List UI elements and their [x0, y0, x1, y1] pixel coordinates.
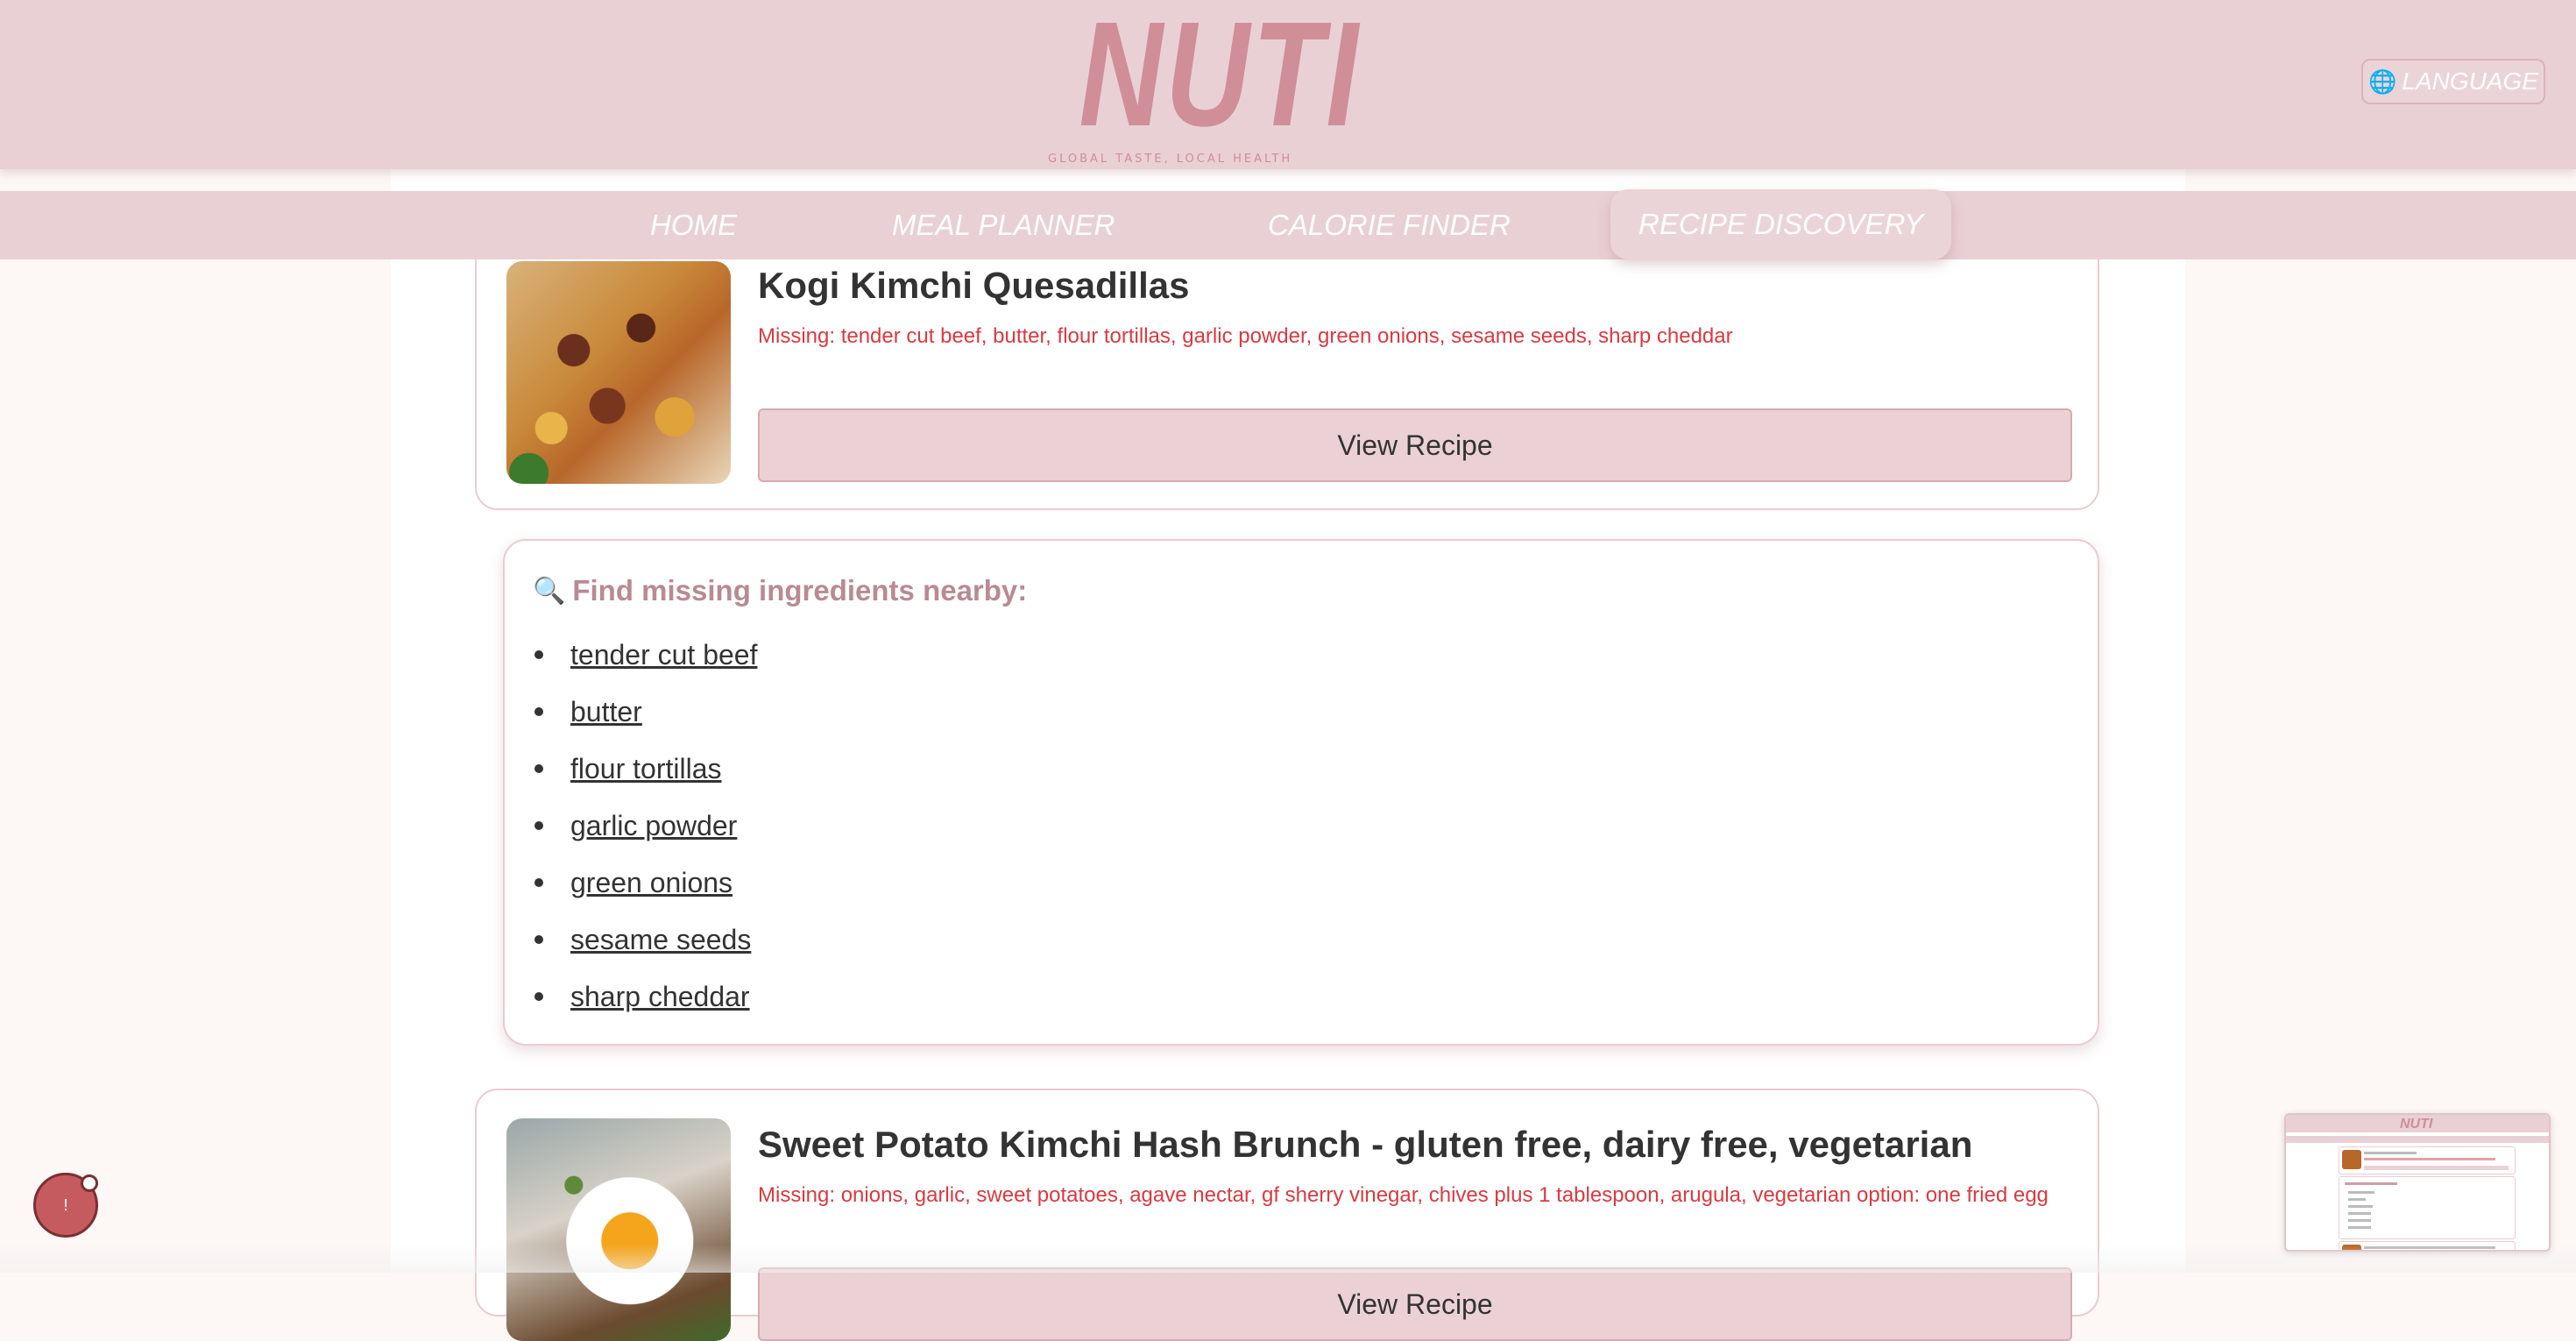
ingredient-link[interactable]: butter	[570, 696, 642, 727]
list-item: sesame seeds	[533, 922, 757, 979]
view-recipe-button[interactable]: View Recipe	[758, 408, 2072, 482]
missing-ingredients: Missing: onions, garlic, sweet potatoes,…	[758, 1183, 2049, 1207]
minimap-card	[2339, 1146, 2516, 1174]
widget-label: !	[63, 1196, 68, 1214]
nav-calorie-finder[interactable]: CALORIE FINDER	[1268, 191, 1511, 259]
globe-icon: 🌐	[2368, 67, 2397, 95]
ingredient-list: tender cut beef butter flour tortillas g…	[533, 637, 757, 1036]
page-minimap[interactable]: NUTI	[2284, 1113, 2551, 1252]
find-nearby-heading-text: Find missing ingredients nearby:	[572, 574, 1028, 607]
minimap-line	[2348, 1226, 2371, 1229]
language-button-label: LANGUAGE	[2402, 67, 2538, 95]
magnifier-icon: 🔍	[533, 576, 566, 606]
ingredient-link[interactable]: tender cut beef	[570, 639, 757, 670]
logo-tagline: GLOBAL TASTE, LOCAL HEALTH	[1048, 153, 1293, 166]
ingredient-link[interactable]: flour tortillas	[570, 753, 722, 784]
minimap-line	[2348, 1212, 2371, 1215]
minimap-button	[2364, 1166, 2509, 1170]
ingredient-link[interactable]: garlic powder	[570, 810, 737, 841]
nav-meal-planner[interactable]: MEAL PLANNER	[892, 191, 1115, 259]
minimap-logo: NUTI	[2400, 1117, 2433, 1132]
minimap-line	[2348, 1219, 2371, 1222]
list-item: flour tortillas	[533, 751, 757, 808]
recipe-card: Sweet Potato Kimchi Hash Brunch - gluten…	[475, 1089, 2099, 1341]
minimap-panel	[2339, 1176, 2516, 1239]
view-recipe-button[interactable]: View Recipe	[758, 1267, 2072, 1341]
find-nearby-heading: 🔍 Find missing ingredients nearby:	[533, 574, 1027, 607]
list-item: sharp cheddar	[533, 979, 757, 1036]
recipe-title[interactable]: Kogi Kimchi Quesadillas	[758, 265, 1189, 307]
list-item: garlic powder	[533, 808, 757, 865]
missing-ingredients: Missing: tender cut beef, butter, flour …	[758, 324, 1733, 348]
recipe-card: Kogi Kimchi Quesadillas Missing: tender …	[475, 237, 2099, 510]
list-item: butter	[533, 694, 757, 751]
list-item: tender cut beef	[533, 637, 757, 694]
ingredient-link[interactable]: sharp cheddar	[570, 981, 750, 1012]
site-header: NUTI GLOBAL TASTE, LOCAL HEALTH 🌐 LANGUA…	[0, 0, 2576, 169]
minimap-line	[2364, 1152, 2417, 1154]
minimap-nav	[2286, 1136, 2549, 1143]
ingredient-link[interactable]: sesame seeds	[570, 924, 751, 955]
language-button[interactable]: 🌐 LANGUAGE	[2361, 59, 2545, 104]
minimap-line	[2348, 1205, 2373, 1208]
recipe-title[interactable]: Sweet Potato Kimchi Hash Brunch - gluten…	[758, 1124, 1972, 1166]
minimap-image	[2342, 1150, 2361, 1169]
minimap-line	[2364, 1158, 2495, 1160]
bottom-fade	[0, 1245, 2576, 1273]
nav-home[interactable]: HOME	[650, 191, 737, 259]
find-nearby-panel: 🔍 Find missing ingredients nearby: tende…	[503, 539, 2099, 1046]
minimap-line	[2348, 1191, 2374, 1194]
ingredient-link[interactable]: green onions	[570, 867, 732, 898]
logo[interactable]: NUTI	[1046, 0, 1358, 149]
minimap-line	[2345, 1182, 2397, 1185]
nav-recipe-discovery[interactable]: RECIPE DISCOVERY	[1610, 189, 1952, 259]
main-nav: HOME MEAL PLANNER CALORIE FINDER RECIPE …	[0, 189, 2576, 259]
minimap-line	[2348, 1198, 2366, 1201]
recipe-image[interactable]	[506, 261, 731, 484]
notification-dot	[81, 1174, 98, 1192]
recipe-image[interactable]	[506, 1118, 731, 1341]
logo-text[interactable]: NUTI	[1079, 0, 1358, 149]
list-item: green onions	[533, 865, 757, 922]
